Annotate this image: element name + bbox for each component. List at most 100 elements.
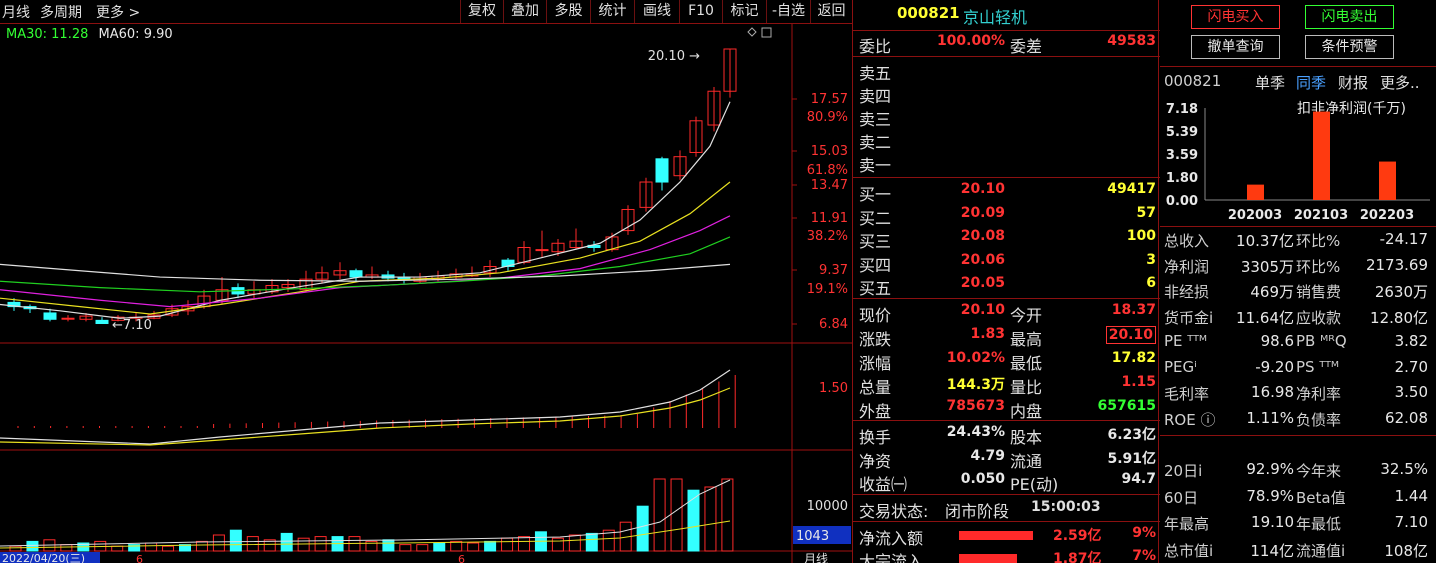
stat-row-0: 换手 24.43% 股本 6.23亿 <box>859 424 1156 447</box>
fin-x-label: 202203 <box>1360 208 1414 223</box>
toolbar-button-2[interactable]: 多股 <box>546 0 590 23</box>
stock-name[interactable]: 京山轻机 <box>963 4 1027 28</box>
quote-row-0: 现价 20.10 今开 18.37 <box>859 302 1156 325</box>
fin-tab-0[interactable]: 单季 <box>1255 72 1285 93</box>
fin-bar <box>1313 111 1330 200</box>
fib-pct-label: 19.1% <box>807 282 848 297</box>
volume-bar <box>467 542 480 552</box>
macd-tick-label: 1.50 <box>819 381 848 396</box>
volume-bar <box>551 537 564 552</box>
quote-row-3: 总量 144.3万 量比 1.15 <box>859 374 1156 397</box>
buy-level-5[interactable]: 买五 20.05 6 <box>853 274 1160 298</box>
volume-bar <box>416 544 429 552</box>
toolbar-button-4[interactable]: 画线 <box>634 0 679 23</box>
x-tick-label: 6 <box>458 553 465 563</box>
diamond-icon <box>747 27 757 37</box>
volume-bar <box>653 478 666 552</box>
volume-bar <box>433 542 446 552</box>
toolbar-button-8[interactable]: 返回 <box>810 0 852 23</box>
trade-status-row: 交易状态: 闭市阶段 15:00:03 <box>859 499 1101 521</box>
volume-bar <box>484 540 497 552</box>
candle-body <box>95 319 109 325</box>
volume-bar <box>26 540 39 552</box>
buy-level-1[interactable]: 买一 20.10 49417 <box>853 180 1160 204</box>
fin-row-5: PEGⁱ -9.20 PS ᵀᵀᴹ 2.70 <box>1164 357 1428 376</box>
fin-bar <box>1379 161 1396 200</box>
volume-bar <box>687 489 700 552</box>
flow-row-0: 净流入额 2.59亿 9% <box>859 525 1156 548</box>
fin-tab-2[interactable]: 财报 <box>1338 72 1368 93</box>
price-tick-label: 11.91 <box>811 211 848 226</box>
vol-readout: 1043 <box>796 529 829 544</box>
buy-level-2[interactable]: 买二 20.09 57 <box>853 204 1160 228</box>
volume-bar <box>568 534 581 552</box>
fin-y-tick: 7.18 <box>1166 102 1198 117</box>
vol-tick-label: 10000 <box>807 499 848 514</box>
flow-row-1: 大宗流入 1.87亿 7% <box>859 548 1156 563</box>
period-label[interactable]: 月线 <box>2 2 30 22</box>
candle-body <box>349 270 363 278</box>
fin-row-8: 20日i 92.9% 今年来 32.5% <box>1164 460 1428 480</box>
high-price-label: 20.10 → <box>648 49 700 64</box>
volume-bar <box>399 544 412 552</box>
toolbar-button-7[interactable]: -自选 <box>766 0 810 23</box>
condition-alert-button[interactable]: 条件预警 <box>1305 35 1394 59</box>
volume-bar <box>280 532 293 552</box>
ma20-line <box>0 215 731 308</box>
quote-row-4: 外盘 785673 内盘 657615 <box>859 398 1156 421</box>
dea-line <box>0 387 731 446</box>
low-price-label: ←7.10 <box>112 318 152 333</box>
fin-row-2: 非经损 469万 销售费 2630万 <box>1164 283 1428 301</box>
volume-bar <box>212 534 225 552</box>
toolbar-button-3[interactable]: 统计 <box>590 0 634 23</box>
volume-bar <box>704 486 717 552</box>
toolbar-button-6[interactable]: 标记 <box>722 0 766 23</box>
volume-bar <box>670 478 683 552</box>
sell-level-1[interactable]: 卖一 <box>853 151 1160 175</box>
toolbar-button-0[interactable]: 复权 <box>460 0 503 23</box>
fin-tab-1[interactable]: 同季 <box>1296 72 1326 93</box>
volume-bar <box>246 536 259 552</box>
weibi-row: 委比 100.00% 委差 49583 <box>859 33 1156 56</box>
candle-body <box>43 312 57 320</box>
buy-level-4[interactable]: 买四 20.06 3 <box>853 251 1160 275</box>
settings-icon <box>761 27 772 38</box>
cancel-query-button[interactable]: 撤单查询 <box>1191 35 1280 59</box>
more-button[interactable]: 更多 > <box>96 2 140 22</box>
flash-sell-button[interactable]: 闪电卖出 <box>1305 5 1394 29</box>
toolbar-button-1[interactable]: 叠加 <box>503 0 546 23</box>
ma30-line <box>0 236 731 293</box>
kline-chart[interactable]: 17.57 15.03 13.47 11.91 9.37 6.84 80.9% 61.8% 38… <box>0 24 852 563</box>
chevron-right-icon: > <box>128 5 141 21</box>
price-tick-label: 17.57 <box>811 92 848 107</box>
fin-row-1: 净利润 3305万 环比% 2173.69 <box>1164 255 1428 276</box>
ma10-line <box>0 181 731 315</box>
fin-y-tick: 3.59 <box>1166 148 1198 163</box>
fin-stock-code: 000821 <box>1164 72 1222 90</box>
multi-period-button[interactable]: 多周期 <box>40 2 82 22</box>
volume-bar <box>518 536 530 552</box>
candle-body <box>655 158 669 183</box>
sell-level-4[interactable]: 卖四 <box>853 82 1160 106</box>
price-tick-label: 15.03 <box>811 144 848 159</box>
fin-row-4: PE ᵀᵀᴹ 98.6 PB ᴹᴿQ 3.82 <box>1164 332 1428 350</box>
fin-tab-3[interactable]: 更多.. <box>1380 72 1420 93</box>
fin-x-label: 202003 <box>1228 208 1282 223</box>
sell-level-2[interactable]: 卖二 <box>853 128 1160 152</box>
toolbar-button-5[interactable]: F10 <box>679 0 722 23</box>
buy-level-3[interactable]: 买三 20.08 100 <box>853 227 1160 251</box>
volume-bar <box>501 537 514 552</box>
x-tick-label: 6 <box>136 553 143 563</box>
flow-bar <box>959 554 1017 563</box>
fin-row-0: 总收入 10.37亿 环比% -24.17 <box>1164 230 1428 250</box>
date-readout: 2022/04/20(三) <box>2 552 85 563</box>
flash-buy-button[interactable]: 闪电买入 <box>1191 5 1280 29</box>
order-book-panel: 000821 京山轻机 委比 100.00% 委差 49583 卖五 卖四 卖三 卖二… <box>852 0 1160 563</box>
price-tick-label: 6.84 <box>819 317 848 332</box>
fin-bar-chart: 7.18 5.39 3.59 1.80 0.00 202003 202103 202203 <box>1166 102 1430 223</box>
fib-pct-label: 61.8% <box>807 163 848 178</box>
sell-level-5[interactable]: 卖五 <box>853 59 1160 83</box>
sell-level-3[interactable]: 卖三 <box>853 105 1160 129</box>
quote-row-1: 涨跌 1.83 最高 20.10 <box>853 325 1160 349</box>
dif-line <box>0 369 731 445</box>
